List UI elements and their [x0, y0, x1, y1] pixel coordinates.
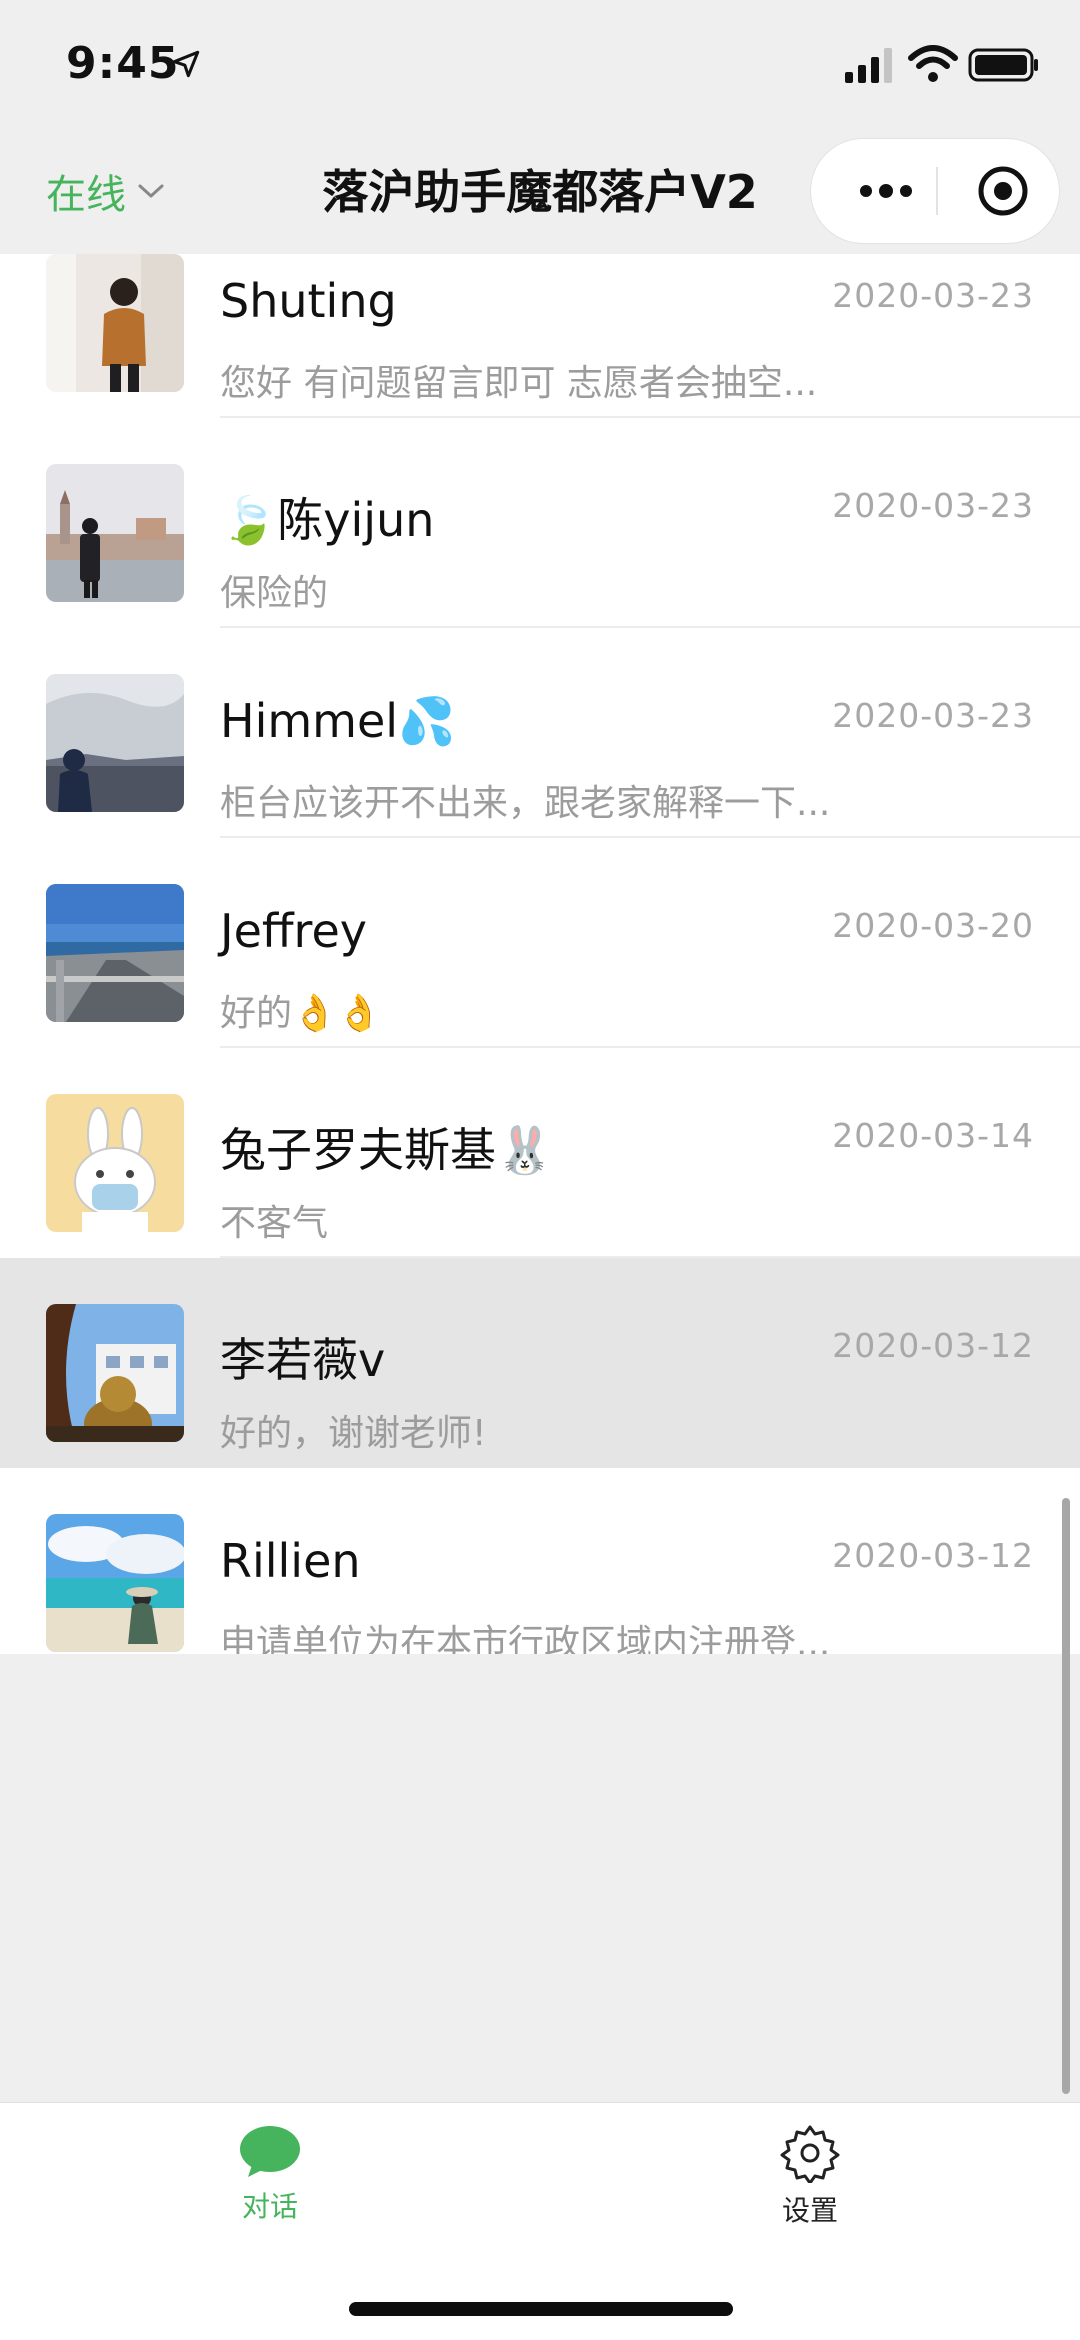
- target-circle-icon: [978, 166, 1028, 216]
- status-bar: 9:45: [0, 0, 1080, 130]
- message-preview: 好的👌👌: [220, 993, 382, 1034]
- conversation-item[interactable]: Shuting 2020-03-23 您好 有问题留言即可 志愿者会抽空...: [0, 254, 1080, 418]
- avatar: [46, 1514, 184, 1652]
- tab-chat[interactable]: 对话: [170, 2123, 370, 2225]
- preview-emoji: 👌👌: [292, 993, 382, 1034]
- message-preview: 好的，谢谢老师!: [220, 1413, 487, 1454]
- home-indicator: [349, 2302, 733, 2316]
- online-status-label: 在线: [46, 172, 126, 218]
- conversation-item[interactable]: Jeffrey 2020-03-20 好的👌👌: [0, 838, 1080, 1048]
- conversation-item[interactable]: Rillien 2020-03-12 申请单位为在本市行政区域内注册登...: [0, 1468, 1080, 1654]
- location-arrow-icon: [172, 50, 200, 78]
- battery-icon: [968, 48, 1038, 82]
- name-emoji: 🍃: [220, 493, 278, 547]
- scrollbar[interactable]: [1062, 1498, 1070, 2094]
- avatar: [46, 464, 184, 602]
- name-emoji: 💦: [398, 694, 456, 748]
- message-date: 2020-03-23: [832, 486, 1034, 525]
- contact-name: Rillien: [220, 1534, 361, 1588]
- message-preview: 申请单位为在本市行政区域内注册登...: [220, 1623, 831, 1654]
- contact-name: 李若薇v: [220, 1333, 386, 1387]
- name-emoji: 🐰: [496, 1123, 554, 1177]
- miniprogram-capsule: [810, 138, 1060, 244]
- cellular-signal-icon: [845, 48, 892, 83]
- tab-settings[interactable]: 设置: [710, 2123, 910, 2229]
- contact-name: 🍃陈yijun: [220, 493, 435, 547]
- tab-chat-label: 对话: [241, 2190, 298, 2223]
- conversation-item-selected[interactable]: 李若薇v 2020-03-12 好的，谢谢老师!: [0, 1258, 1080, 1468]
- message-date: 2020-03-12: [832, 1536, 1034, 1575]
- message-date: 2020-03-12: [832, 1326, 1034, 1365]
- contact-name: Shuting: [220, 274, 397, 328]
- message-preview: 保险的: [220, 573, 329, 614]
- message-date: 2020-03-20: [832, 906, 1034, 945]
- conversation-item[interactable]: 🍃陈yijun 2020-03-23 保险的: [0, 418, 1080, 628]
- capsule-divider: [936, 167, 938, 215]
- chat-bubble-icon: [240, 2126, 300, 2177]
- contact-name: Himmel💦: [220, 694, 456, 748]
- close-miniprogram-button[interactable]: [951, 139, 1055, 243]
- more-button[interactable]: [833, 139, 939, 243]
- more-dots-icon: [860, 184, 912, 198]
- page-title: 落沪助手魔都落户V2: [322, 165, 758, 219]
- online-status-dropdown[interactable]: 在线: [46, 162, 166, 220]
- tab-settings-label: 设置: [781, 2194, 838, 2227]
- status-time: 9:45: [66, 38, 180, 89]
- chevron-down-icon: [138, 184, 164, 198]
- conversation-item[interactable]: 兔子罗夫斯基🐰 2020-03-14 不客气: [0, 1048, 1080, 1258]
- message-date: 2020-03-23: [832, 276, 1034, 315]
- message-preview: 不客气: [220, 1203, 329, 1244]
- contact-name: Jeffrey: [220, 904, 367, 958]
- conversation-list[interactable]: Shuting 2020-03-23 您好 有问题留言即可 志愿者会抽空...: [0, 254, 1080, 1654]
- message-preview: 柜台应该开不出来，跟老家解释一下...: [220, 783, 831, 824]
- avatar: [46, 1304, 184, 1442]
- message-preview: 您好 有问题留言即可 志愿者会抽空...: [220, 363, 818, 404]
- wifi-icon: [908, 45, 958, 82]
- avatar: [46, 1094, 184, 1232]
- message-date: 2020-03-23: [832, 696, 1034, 735]
- gear-icon: [780, 2125, 840, 2183]
- conversation-item[interactable]: Himmel💦 2020-03-23 柜台应该开不出来，跟老家解释一下...: [0, 628, 1080, 838]
- avatar: [46, 884, 184, 1022]
- avatar: [46, 674, 184, 812]
- message-date: 2020-03-14: [832, 1116, 1034, 1155]
- avatar: [46, 254, 184, 392]
- nav-bar: 在线 落沪助手魔都落户V2: [0, 130, 1080, 255]
- contact-name: 兔子罗夫斯基🐰: [220, 1123, 554, 1177]
